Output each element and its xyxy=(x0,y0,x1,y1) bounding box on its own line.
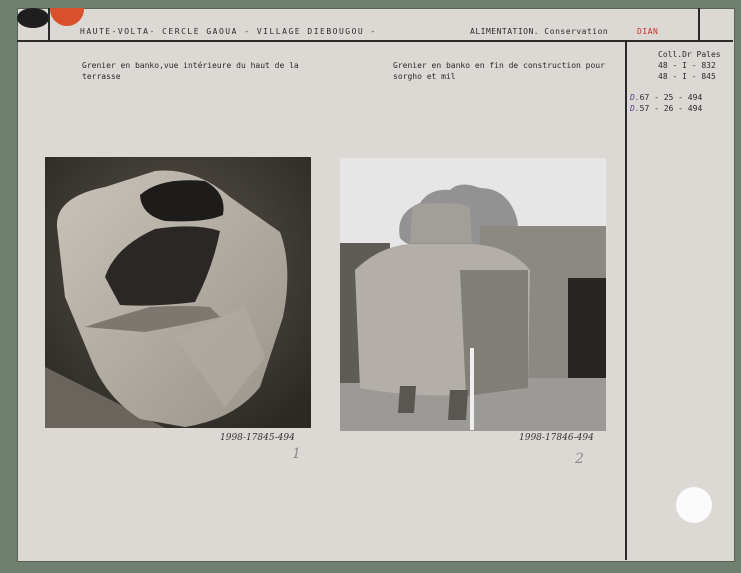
header-category: ALIMENTATION. Conservation xyxy=(470,27,609,36)
inventory-line-1: D.67 - 25 - 494 xyxy=(630,92,702,103)
inventory-prefix: D. xyxy=(630,104,640,113)
photo-2-caption: Grenier en banko en fin de construction … xyxy=(393,61,605,81)
photo-1-index: 1 xyxy=(292,446,301,462)
photo-2-granary-exterior[interactable] xyxy=(340,158,606,431)
inventory-prefix: D. xyxy=(630,93,640,102)
header-location: HAUTE-VOLTA- CERCLE GAOUA - VILLAGE DIEB… xyxy=(80,27,377,36)
column-rule xyxy=(625,40,627,560)
photo-2-index: 2 xyxy=(575,451,584,467)
header-tick-right xyxy=(698,8,700,40)
black-corner-mark xyxy=(17,8,49,28)
punch-hole xyxy=(676,487,712,523)
photo-2-inventory-number: 1998-17846-494 xyxy=(519,433,594,443)
reference-line-1: 48 - I - 832 xyxy=(658,61,716,70)
photo-1-caption: Grenier en banko,vue intérieure du haut … xyxy=(82,61,299,81)
granary-interior-image xyxy=(45,157,311,428)
collection-label: Coll.Dr Pales xyxy=(658,50,721,59)
reference-line-2: 48 - I - 845 xyxy=(658,72,716,81)
header-tick-left xyxy=(48,8,50,40)
inventory-value: 57 - 26 - 494 xyxy=(639,104,703,113)
inventory-value: 67 - 25 - 494 xyxy=(639,93,703,102)
granary-exterior-image xyxy=(340,158,606,431)
inventory-line-2: D.57 - 26 - 494 xyxy=(630,103,702,114)
photo-1-granary-interior[interactable] xyxy=(45,157,311,428)
photo-1-inventory-number: 1998-17845-494 xyxy=(220,433,295,443)
header-ethnic-group: DIAN xyxy=(637,27,659,36)
